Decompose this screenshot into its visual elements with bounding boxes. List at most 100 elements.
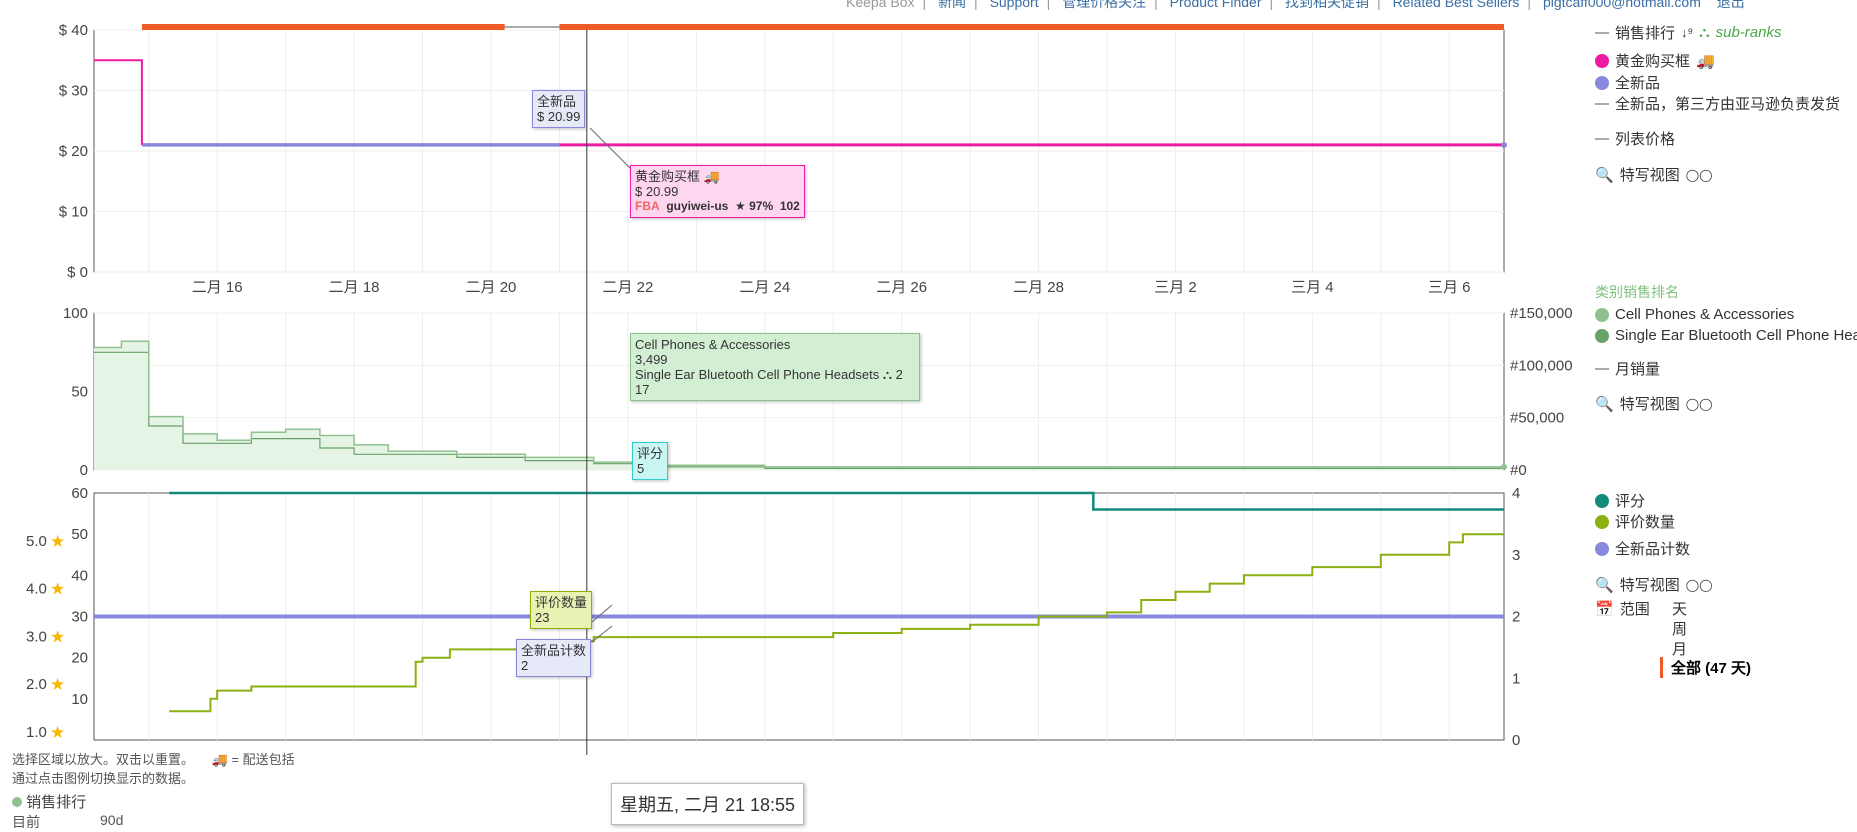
rating-y-tick-right: 2 xyxy=(1512,609,1520,626)
magnifier-icon: 🔍 xyxy=(1595,395,1614,413)
rating-y-tick-mid: 20 xyxy=(71,650,88,667)
price-x-tick: 二月 24 xyxy=(739,279,790,296)
price-end-point xyxy=(1501,141,1507,148)
price-x-tick: 二月 22 xyxy=(602,279,653,296)
rank-y-tick-left: 100 xyxy=(63,305,88,322)
price-x-tick: 三月 2 xyxy=(1154,279,1197,296)
series-buy-box xyxy=(94,59,143,145)
sort-icon: ↓⁹ xyxy=(1681,25,1694,40)
nav-support[interactable]: Support xyxy=(990,0,1039,10)
magnifier-icon: 🔍 xyxy=(1595,166,1614,184)
price-x-tick: 三月 4 xyxy=(1291,279,1334,296)
legend-review-count[interactable]: 评价数量 xyxy=(1595,511,1675,532)
tooltip-rank: Cell Phones & Accessories 3,499 Single E… xyxy=(630,333,920,401)
range-label: 📅 范围 xyxy=(1595,600,1650,619)
nav-logout[interactable]: 退出 xyxy=(1717,0,1745,10)
legend-cat2[interactable]: Single Ear Bluetooth Cell Phone Headsets xyxy=(1595,327,1857,344)
tooltip-review-count: 评价数量 23 xyxy=(530,591,593,629)
closeup-view-rating[interactable]: 🔍 特写视图 ◯◯ xyxy=(1595,574,1713,595)
sitemap-icon: ⛬ xyxy=(882,367,892,382)
price-y-tick: $ 10 xyxy=(59,204,88,221)
rating-y-tick-stars: 5.0 xyxy=(26,533,47,550)
rating-y-tick-mid: 60 xyxy=(71,485,88,502)
rating-y-tick-mid: 30 xyxy=(71,609,88,626)
tooltip-offer-count: 全新品计数 2 xyxy=(516,639,592,677)
tooltip-buy-box: 黄金购买框 🚚 $ 20.99 FBA guyiwei-us ★ 97% 102 xyxy=(630,165,805,218)
offer-dot-icon xyxy=(1595,541,1609,556)
toggle-icon: ◯◯ xyxy=(1685,577,1713,592)
legend-rank-title: 类别销售排名 xyxy=(1595,284,1679,300)
legend-cat1[interactable]: Cell Phones & Accessories xyxy=(1595,306,1794,323)
nav-account[interactable]: pigtcaff000@hotmail.com xyxy=(1543,0,1701,10)
toggle-icon: ◯◯ xyxy=(1685,396,1713,411)
nav-keepa-box[interactable]: Keepa Box xyxy=(846,0,915,10)
footer-current: 目前 xyxy=(12,814,40,830)
nav-deals[interactable]: 找到相关促销 xyxy=(1285,0,1369,10)
toggle-icon: ◯◯ xyxy=(1685,167,1713,182)
rank-y-tick-right: #50,000 xyxy=(1510,410,1564,427)
sitemap-icon: ⛬ xyxy=(1699,24,1710,41)
delivery-truck-icon: 🚚 xyxy=(211,752,228,767)
range-day[interactable]: 天 xyxy=(1672,598,1687,619)
rating-y-tick-stars: 3.0 xyxy=(26,628,47,645)
top-nav: Keepa Box | 新闻 | Support | 管理价格关注 | Product … xyxy=(840,0,1751,12)
series-rating xyxy=(169,491,1504,511)
price-y-tick: $ 40 xyxy=(59,22,88,39)
rank-end-point xyxy=(1501,463,1507,470)
star-icon: ★ xyxy=(50,675,65,694)
rating-y-tick-stars: 4.0 xyxy=(26,581,47,598)
legend-list-price[interactable]: 列表价格 xyxy=(1595,128,1675,149)
price-y-tick: $ 20 xyxy=(59,143,88,160)
range-all[interactable]: 全部 (47 天) xyxy=(1660,657,1751,678)
closeup-view-rank[interactable]: 🔍 特写视图 ◯◯ xyxy=(1595,393,1713,414)
price-y-tick: $ 0 xyxy=(67,264,88,281)
series-review-count xyxy=(169,533,1504,713)
new-dot-icon xyxy=(1595,75,1609,90)
rating-y-tick-stars: 2.0 xyxy=(26,676,47,693)
nav-news[interactable]: 新闻 xyxy=(938,0,966,10)
keepa-chart[interactable]: $ 0 $ 10 $ 20 $ 30 $ 40 二月 16 二月 18 二月 20 二月 22 二… xyxy=(0,0,1857,828)
price-x-tick: 二月 26 xyxy=(876,279,927,296)
legend-rating-item[interactable]: 评分 xyxy=(1595,490,1645,511)
closeup-view-price[interactable]: 🔍 特写视图 ◯◯ xyxy=(1595,164,1713,185)
amazon-bar xyxy=(141,24,505,30)
rating-y-tick-mid: 10 xyxy=(71,691,88,708)
rank-y-tick-left: 50 xyxy=(71,384,88,401)
price-x-tick: 二月 16 xyxy=(192,279,243,296)
footer-hint-zoom: 选择区域以放大。双击以重置。 🚚 = 配送包括 xyxy=(12,752,295,767)
price-x-tick: 三月 6 xyxy=(1428,279,1471,296)
legend-new-fba[interactable]: 全新品，第三方由亚马逊负责发货 xyxy=(1595,93,1840,114)
legend-offer-count[interactable]: 全新品计数 xyxy=(1595,538,1690,559)
star-icon: ★ xyxy=(50,580,65,599)
price-x-tick: 二月 18 xyxy=(329,279,380,296)
rank-y-tick-right: #100,000 xyxy=(1510,357,1573,374)
rating-y-tick-mid: 50 xyxy=(71,526,88,543)
buy-box-dot-icon xyxy=(1595,53,1609,68)
legend-monthly-sold[interactable]: 月销量 xyxy=(1595,358,1660,379)
amazon-bar xyxy=(559,24,1504,30)
crosshair-date: 星期五, 二月 21 18:55 xyxy=(611,783,805,825)
nav-product-finder[interactable]: Product Finder xyxy=(1170,0,1262,10)
rank-y-tick-left: 0 xyxy=(80,462,88,479)
legend-sales-rank[interactable]: 销售排行 ↓⁹ ⛬ sub-ranks xyxy=(1595,22,1781,43)
footer-90d: 90d xyxy=(100,812,124,828)
magnifier-icon: 🔍 xyxy=(1595,576,1614,594)
footer-hint-legend: 通过点击图例切换显示的数据。 xyxy=(12,771,195,786)
nav-price-watch[interactable]: 管理价格关注 xyxy=(1062,0,1146,10)
rating-y-tick-right: 4 xyxy=(1512,485,1520,502)
legend-new[interactable]: 全新品 xyxy=(1595,72,1660,93)
tooltip-rating: 评分 5 xyxy=(632,442,669,480)
star-icon: ★ xyxy=(50,532,65,551)
star-icon: ★ xyxy=(50,723,65,742)
rating-y-tick-stars: 1.0 xyxy=(26,724,47,741)
legend-buy-box[interactable]: 黄金购买框 🚚 xyxy=(1595,50,1715,71)
sales-rank-dot-icon xyxy=(12,797,22,807)
footer-sales-rank[interactable]: 销售排行 xyxy=(12,791,86,812)
range-week[interactable]: 周 xyxy=(1672,618,1687,639)
price-y-tick: $ 30 xyxy=(59,83,88,100)
rating-y-tick-right: 0 xyxy=(1512,732,1520,749)
range-month[interactable]: 月 xyxy=(1672,638,1687,659)
sub-ranks-toggle[interactable]: sub-ranks xyxy=(1716,24,1782,41)
price-x-tick: 二月 20 xyxy=(466,279,517,296)
nav-best-sellers[interactable]: Related Best Sellers xyxy=(1393,0,1520,10)
